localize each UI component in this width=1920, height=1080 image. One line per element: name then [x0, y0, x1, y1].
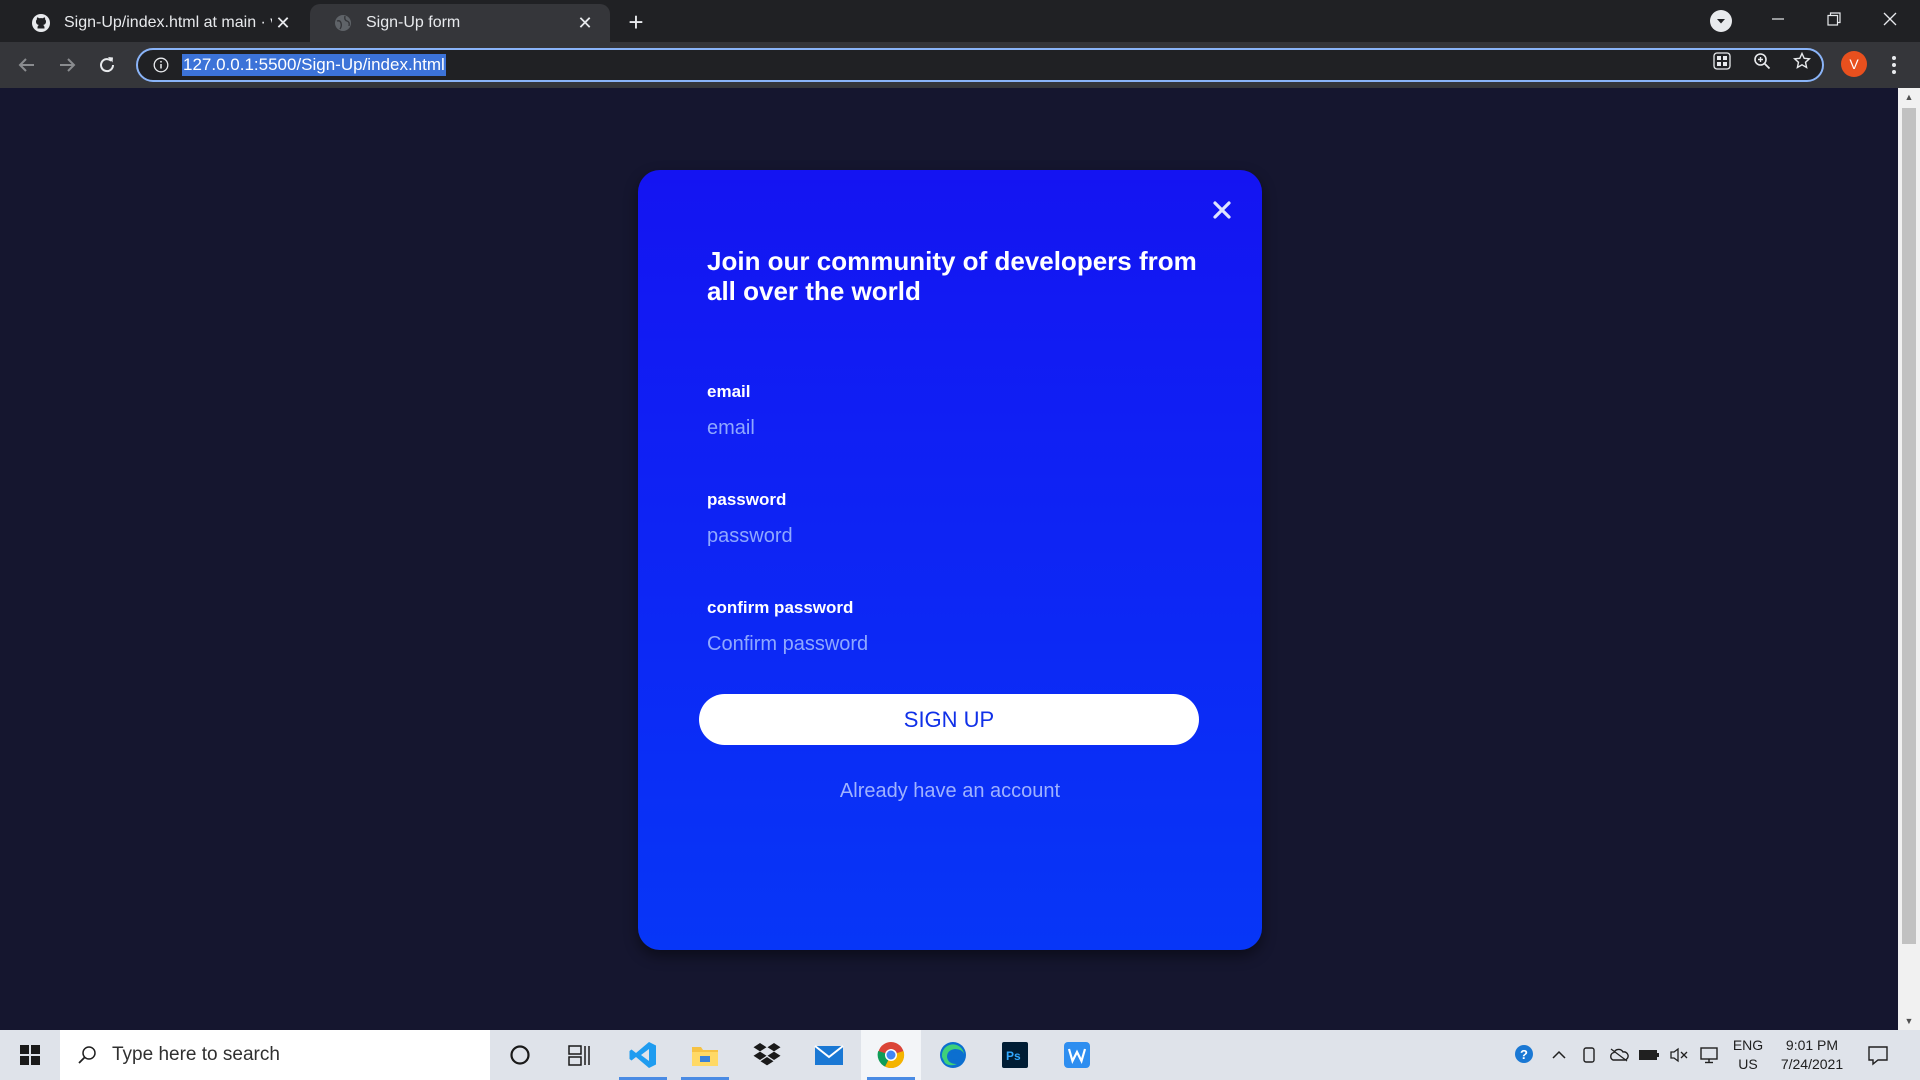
notifications-icon[interactable]	[1866, 1043, 1890, 1067]
password-field[interactable]	[707, 522, 1187, 550]
already-have-account-link[interactable]: Already have an account	[638, 780, 1262, 803]
more-menu-icon[interactable]	[1882, 50, 1906, 80]
system-clock[interactable]: 9:01 PM 7/24/2021	[1770, 1036, 1854, 1074]
scroll-thumb[interactable]	[1902, 108, 1916, 944]
close-window-icon[interactable]	[1862, 0, 1918, 38]
task-view-icon[interactable]	[550, 1030, 610, 1080]
vscode-icon[interactable]	[613, 1030, 673, 1080]
close-tab-icon[interactable]: ✕	[272, 12, 294, 34]
chrome-icon[interactable]	[861, 1030, 921, 1080]
scroll-up-icon[interactable]: ▲	[1898, 88, 1920, 106]
dropbox-icon[interactable]	[737, 1030, 797, 1080]
clock-time: 9:01 PM	[1785, 1037, 1839, 1053]
onedrive-icon[interactable]	[1608, 1044, 1630, 1066]
confirm-password-field[interactable]	[707, 630, 1187, 658]
minimize-icon[interactable]	[1750, 0, 1806, 38]
profile-avatar[interactable]: V	[1841, 51, 1867, 77]
tab-github[interactable]: Sign-Up/index.html at main · vai ✕	[8, 4, 308, 42]
signup-card: Join our community of developers from al…	[638, 170, 1262, 950]
wps-icon[interactable]	[1047, 1030, 1107, 1080]
volume-muted-icon[interactable]	[1668, 1044, 1690, 1066]
github-icon	[30, 12, 52, 34]
zoom-icon[interactable]	[1749, 48, 1775, 74]
network-icon[interactable]	[1698, 1044, 1720, 1066]
confirm-password-label: confirm password	[707, 598, 854, 617]
windows-start-icon[interactable]	[0, 1030, 60, 1080]
scroll-down-icon[interactable]: ▼	[1898, 1012, 1920, 1030]
forward-arrow-icon[interactable]	[52, 50, 82, 80]
cortana-icon[interactable]	[490, 1030, 550, 1080]
tab-signup-form[interactable]: Sign-Up form ✕	[310, 4, 610, 42]
bookmark-star-icon[interactable]	[1789, 48, 1815, 74]
file-explorer-icon[interactable]	[675, 1030, 735, 1080]
windows-taskbar: Type here to search Ps ? ENG US 9:01 PM …	[0, 1030, 1920, 1080]
browser-tab-bar: Sign-Up/index.html at main · vai ✕ Sign-…	[0, 0, 1920, 42]
qr-code-icon[interactable]	[1709, 48, 1735, 74]
edge-icon[interactable]	[923, 1030, 983, 1080]
svg-text:Ps: Ps	[1006, 1049, 1021, 1063]
battery-icon	[1638, 1044, 1660, 1066]
photoshop-icon[interactable]: Ps	[985, 1030, 1045, 1080]
region-code: US	[1738, 1056, 1758, 1072]
page-scrollbar[interactable]: ▲ ▼	[1898, 88, 1920, 1030]
back-arrow-icon[interactable]	[12, 50, 42, 80]
page-viewport: Join our community of developers from al…	[0, 88, 1898, 1030]
globe-icon	[332, 12, 354, 34]
tab-title: Sign-Up/index.html at main · vai	[64, 14, 272, 31]
help-icon[interactable]: ?	[1514, 1044, 1536, 1066]
url-text[interactable]: 127.0.0.1:5500/Sign-Up/index.html	[182, 54, 446, 76]
password-label: password	[707, 490, 787, 509]
sign-up-button[interactable]: SIGN UP	[699, 694, 1199, 745]
signup-heading: Join our community of developers from al…	[707, 246, 1197, 306]
device-icon[interactable]	[1578, 1044, 1600, 1066]
svg-text:?: ?	[1520, 1047, 1528, 1062]
language-indicator[interactable]: ENG US	[1730, 1036, 1766, 1074]
reload-icon[interactable]	[92, 50, 122, 80]
tab-title: Sign-Up form	[366, 14, 461, 31]
mail-icon[interactable]	[799, 1030, 859, 1080]
close-icon[interactable]	[1208, 196, 1236, 224]
email-field[interactable]	[707, 414, 1187, 442]
tab-search-icon[interactable]	[1710, 10, 1732, 32]
taskbar-search[interactable]: Type here to search	[60, 1030, 490, 1080]
search-icon	[76, 1044, 98, 1066]
address-bar[interactable]: 127.0.0.1:5500/Sign-Up/index.html	[136, 48, 1824, 82]
new-tab-button[interactable]: +	[622, 7, 650, 37]
search-placeholder: Type here to search	[112, 1044, 280, 1065]
chevron-up-icon[interactable]	[1548, 1044, 1570, 1066]
language-code: ENG	[1732, 1037, 1764, 1053]
clock-date: 7/24/2021	[1780, 1056, 1844, 1072]
browser-toolbar: 127.0.0.1:5500/Sign-Up/index.html V	[0, 42, 1920, 88]
email-label: email	[707, 382, 751, 401]
restore-icon[interactable]	[1806, 0, 1862, 38]
close-tab-icon[interactable]: ✕	[574, 12, 596, 34]
info-icon[interactable]	[152, 56, 170, 74]
